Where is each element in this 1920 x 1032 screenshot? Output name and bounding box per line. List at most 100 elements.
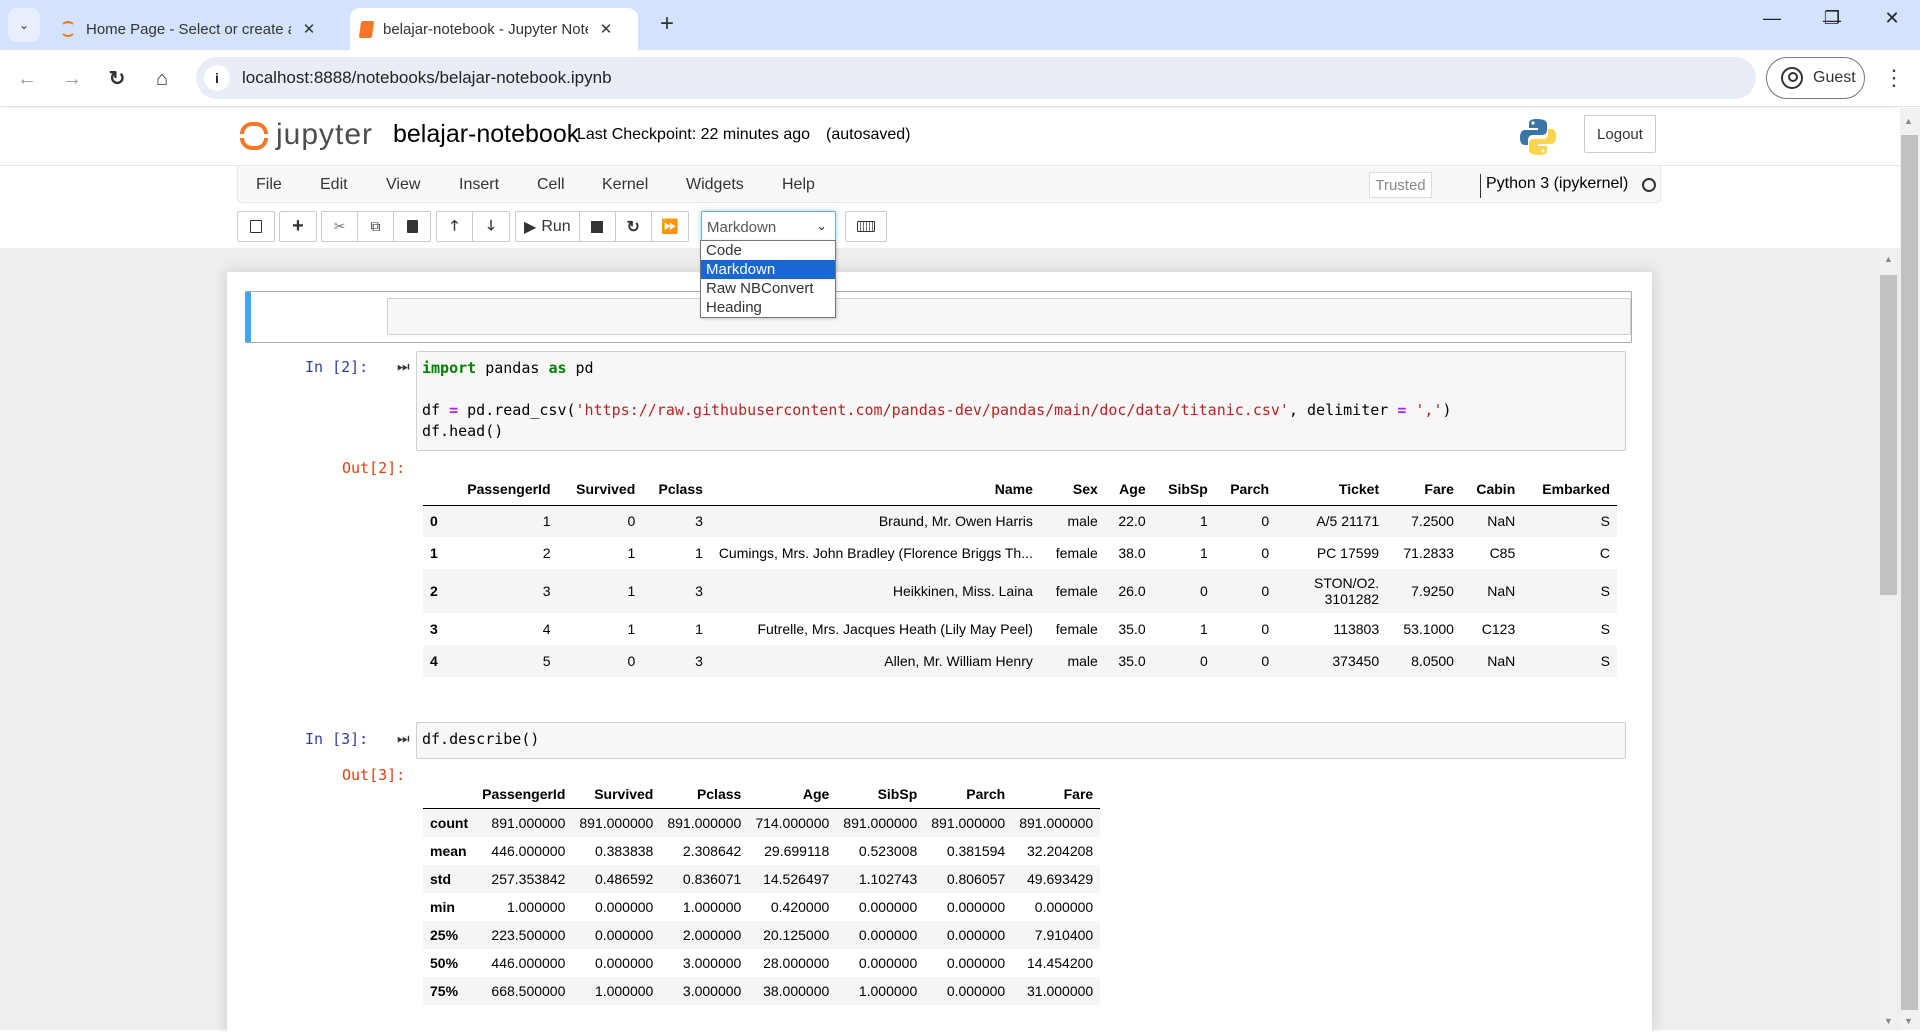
forward-button[interactable]: → bbox=[57, 64, 87, 94]
scrollbar-thumb[interactable] bbox=[1880, 275, 1897, 595]
menu-cell[interactable]: Cell bbox=[537, 176, 565, 194]
table-cell: 20.125000 bbox=[763, 927, 830, 943]
reload-button[interactable]: ↻ bbox=[102, 64, 132, 94]
table-cell: S bbox=[1600, 583, 1610, 599]
column-header: Parch bbox=[1214, 473, 1277, 506]
interrupt-button[interactable] bbox=[580, 212, 616, 241]
menu-kernel[interactable]: Kernel bbox=[602, 176, 648, 194]
restore-button[interactable]: ❐ bbox=[1812, 8, 1852, 42]
profile-button[interactable]: Guest bbox=[1766, 57, 1865, 99]
run-button[interactable]: ▶ Run bbox=[516, 212, 580, 241]
column-header: Survived bbox=[572, 780, 661, 809]
trusted-badge[interactable]: Trusted bbox=[1369, 172, 1432, 198]
run-cell-icon[interactable]: ⏭ bbox=[397, 730, 410, 747]
address-bar[interactable]: i localhost:8888/notebooks/belajar-noteb… bbox=[196, 57, 1756, 99]
table-header-row: PassengerId Survived Pclass Name Sex Age SibSp… bbox=[423, 473, 1617, 506]
column-header: PassengerId bbox=[475, 780, 573, 809]
scroll-down-icon[interactable]: ▼ bbox=[1900, 1016, 1917, 1026]
browser-tab-home[interactable]: Home Page - Select or create a notebook … bbox=[50, 8, 340, 50]
scroll-up-icon[interactable]: ▲ bbox=[1900, 116, 1917, 126]
column-header: SibSp bbox=[836, 780, 925, 809]
cell-type-select[interactable]: Markdown ⌄ bbox=[701, 211, 836, 242]
jupyter-logo-icon bbox=[60, 21, 76, 37]
table-cell: S bbox=[1600, 653, 1610, 669]
cell-type-option-raw[interactable]: Raw NBConvert bbox=[701, 279, 835, 298]
row-index: 3 bbox=[430, 621, 438, 637]
menu-insert[interactable]: Insert bbox=[459, 176, 499, 194]
fast-forward-icon: ⏩ bbox=[660, 218, 679, 234]
table-row: 2 3 1 3 Heikkinen, Miss. Laina female 26.0 0 0 ST… bbox=[423, 569, 1617, 613]
cell-type-option-heading[interactable]: Heading bbox=[701, 298, 835, 317]
restart-button[interactable]: ↻ bbox=[616, 212, 652, 241]
row-index: 50% bbox=[430, 955, 459, 971]
new-tab-button[interactable]: + bbox=[652, 10, 682, 38]
avatar-icon bbox=[1781, 67, 1803, 89]
cell-type-dropdown: Code Markdown Raw NBConvert Heading bbox=[700, 240, 836, 318]
markdown-cell[interactable] bbox=[245, 291, 1632, 343]
column-header: Fare bbox=[1012, 780, 1101, 809]
logout-button[interactable]: Logout bbox=[1584, 115, 1656, 153]
cell-type-option-markdown[interactable]: Markdown bbox=[701, 260, 835, 279]
column-header: Embarked bbox=[1522, 473, 1617, 506]
table-cell: 53.1000 bbox=[1403, 621, 1454, 637]
row-index: 75% bbox=[430, 983, 459, 999]
cell-type-option-code[interactable]: Code bbox=[701, 241, 835, 260]
home-button[interactable]: ⌂ bbox=[147, 64, 177, 94]
paste-button[interactable] bbox=[394, 212, 430, 241]
code-token: as bbox=[548, 359, 567, 377]
table-cell: 2.308642 bbox=[682, 843, 742, 859]
table-cell: 3 bbox=[695, 513, 703, 530]
menu-file[interactable]: File bbox=[256, 176, 282, 194]
code-token: pd.read_csv( bbox=[458, 401, 576, 419]
table-row: std 257.353842 0.486592 0.836071 14.526497 1.… bbox=[423, 865, 1101, 893]
page-scrollbar[interactable]: ▲ ▼ bbox=[1900, 108, 1920, 1030]
tab-title: belajar-notebook - Jupyter Notebook bbox=[383, 20, 588, 38]
toolbar-group-run: ▶ Run ↻ ⏩ bbox=[515, 211, 689, 242]
table-cell: C bbox=[1599, 545, 1610, 561]
run-cell-icon[interactable]: ⏭ bbox=[397, 358, 410, 375]
browser-menu-button[interactable]: ⋮ bbox=[1883, 64, 1905, 92]
save-button[interactable] bbox=[238, 212, 274, 241]
close-window-button[interactable]: ✕ bbox=[1872, 8, 1912, 42]
notebook-scrollbar[interactable]: ▲ ▼ bbox=[1880, 248, 1897, 1030]
tab-search-button[interactable]: ⌄ bbox=[8, 8, 40, 42]
close-tab-icon[interactable]: ✕ bbox=[299, 20, 319, 38]
table-row: 1 2 1 1 Cumings, Mrs. John Bradley (Florence… bbox=[423, 537, 1617, 569]
menu-help[interactable]: Help bbox=[782, 176, 815, 194]
site-info-icon[interactable]: i bbox=[204, 65, 230, 91]
cell-type-value: Markdown bbox=[707, 219, 777, 236]
restart-run-all-button[interactable]: ⏩ bbox=[652, 212, 688, 241]
move-up-button[interactable]: 🡑 bbox=[437, 212, 473, 241]
cut-button[interactable]: ✂ bbox=[322, 212, 358, 241]
insert-cell-button[interactable]: + bbox=[280, 212, 316, 241]
back-button[interactable]: ← bbox=[12, 64, 42, 94]
kernel-name[interactable]: Python 3 (ipykernel) bbox=[1486, 175, 1628, 193]
menu-widgets[interactable]: Widgets bbox=[686, 176, 744, 194]
table-cell: 32.204208 bbox=[1027, 843, 1094, 859]
scroll-down-icon[interactable]: ▼ bbox=[1880, 1016, 1897, 1026]
table-cell: 3 bbox=[542, 583, 551, 599]
jupyter-logo[interactable]: jupyter bbox=[240, 118, 373, 152]
code-token: import bbox=[422, 359, 477, 377]
table-cell: 0 bbox=[1261, 653, 1270, 669]
url-text[interactable]: localhost:8888/notebooks/belajar-noteboo… bbox=[242, 68, 612, 88]
code-input[interactable]: import pandas as pd df = pd.read_csv('ht… bbox=[416, 351, 1626, 451]
scroll-up-icon[interactable]: ▲ bbox=[1880, 254, 1897, 264]
minimize-button[interactable]: — bbox=[1752, 8, 1792, 42]
divider bbox=[1480, 174, 1481, 198]
close-tab-icon[interactable]: ✕ bbox=[596, 20, 616, 38]
table-cell: NaN bbox=[1487, 583, 1516, 599]
table-cell: 0.000000 bbox=[858, 927, 918, 943]
play-icon: ▶ bbox=[524, 218, 537, 236]
menu-edit[interactable]: Edit bbox=[320, 176, 348, 194]
copy-button[interactable]: ⧉ bbox=[358, 212, 394, 241]
command-palette-button[interactable] bbox=[845, 211, 887, 242]
move-down-button[interactable]: 🡓 bbox=[473, 212, 509, 241]
notebook-name[interactable]: belajar-notebook bbox=[393, 120, 579, 149]
code-input[interactable]: df.describe() bbox=[416, 722, 1626, 759]
scrollbar-thumb[interactable] bbox=[1901, 135, 1918, 1010]
browser-tab-notebook[interactable]: belajar-notebook - Jupyter Notebook ✕ bbox=[350, 8, 638, 50]
profile-label: Guest bbox=[1813, 69, 1856, 86]
markdown-input[interactable] bbox=[387, 298, 1631, 335]
menu-view[interactable]: View bbox=[386, 176, 420, 194]
